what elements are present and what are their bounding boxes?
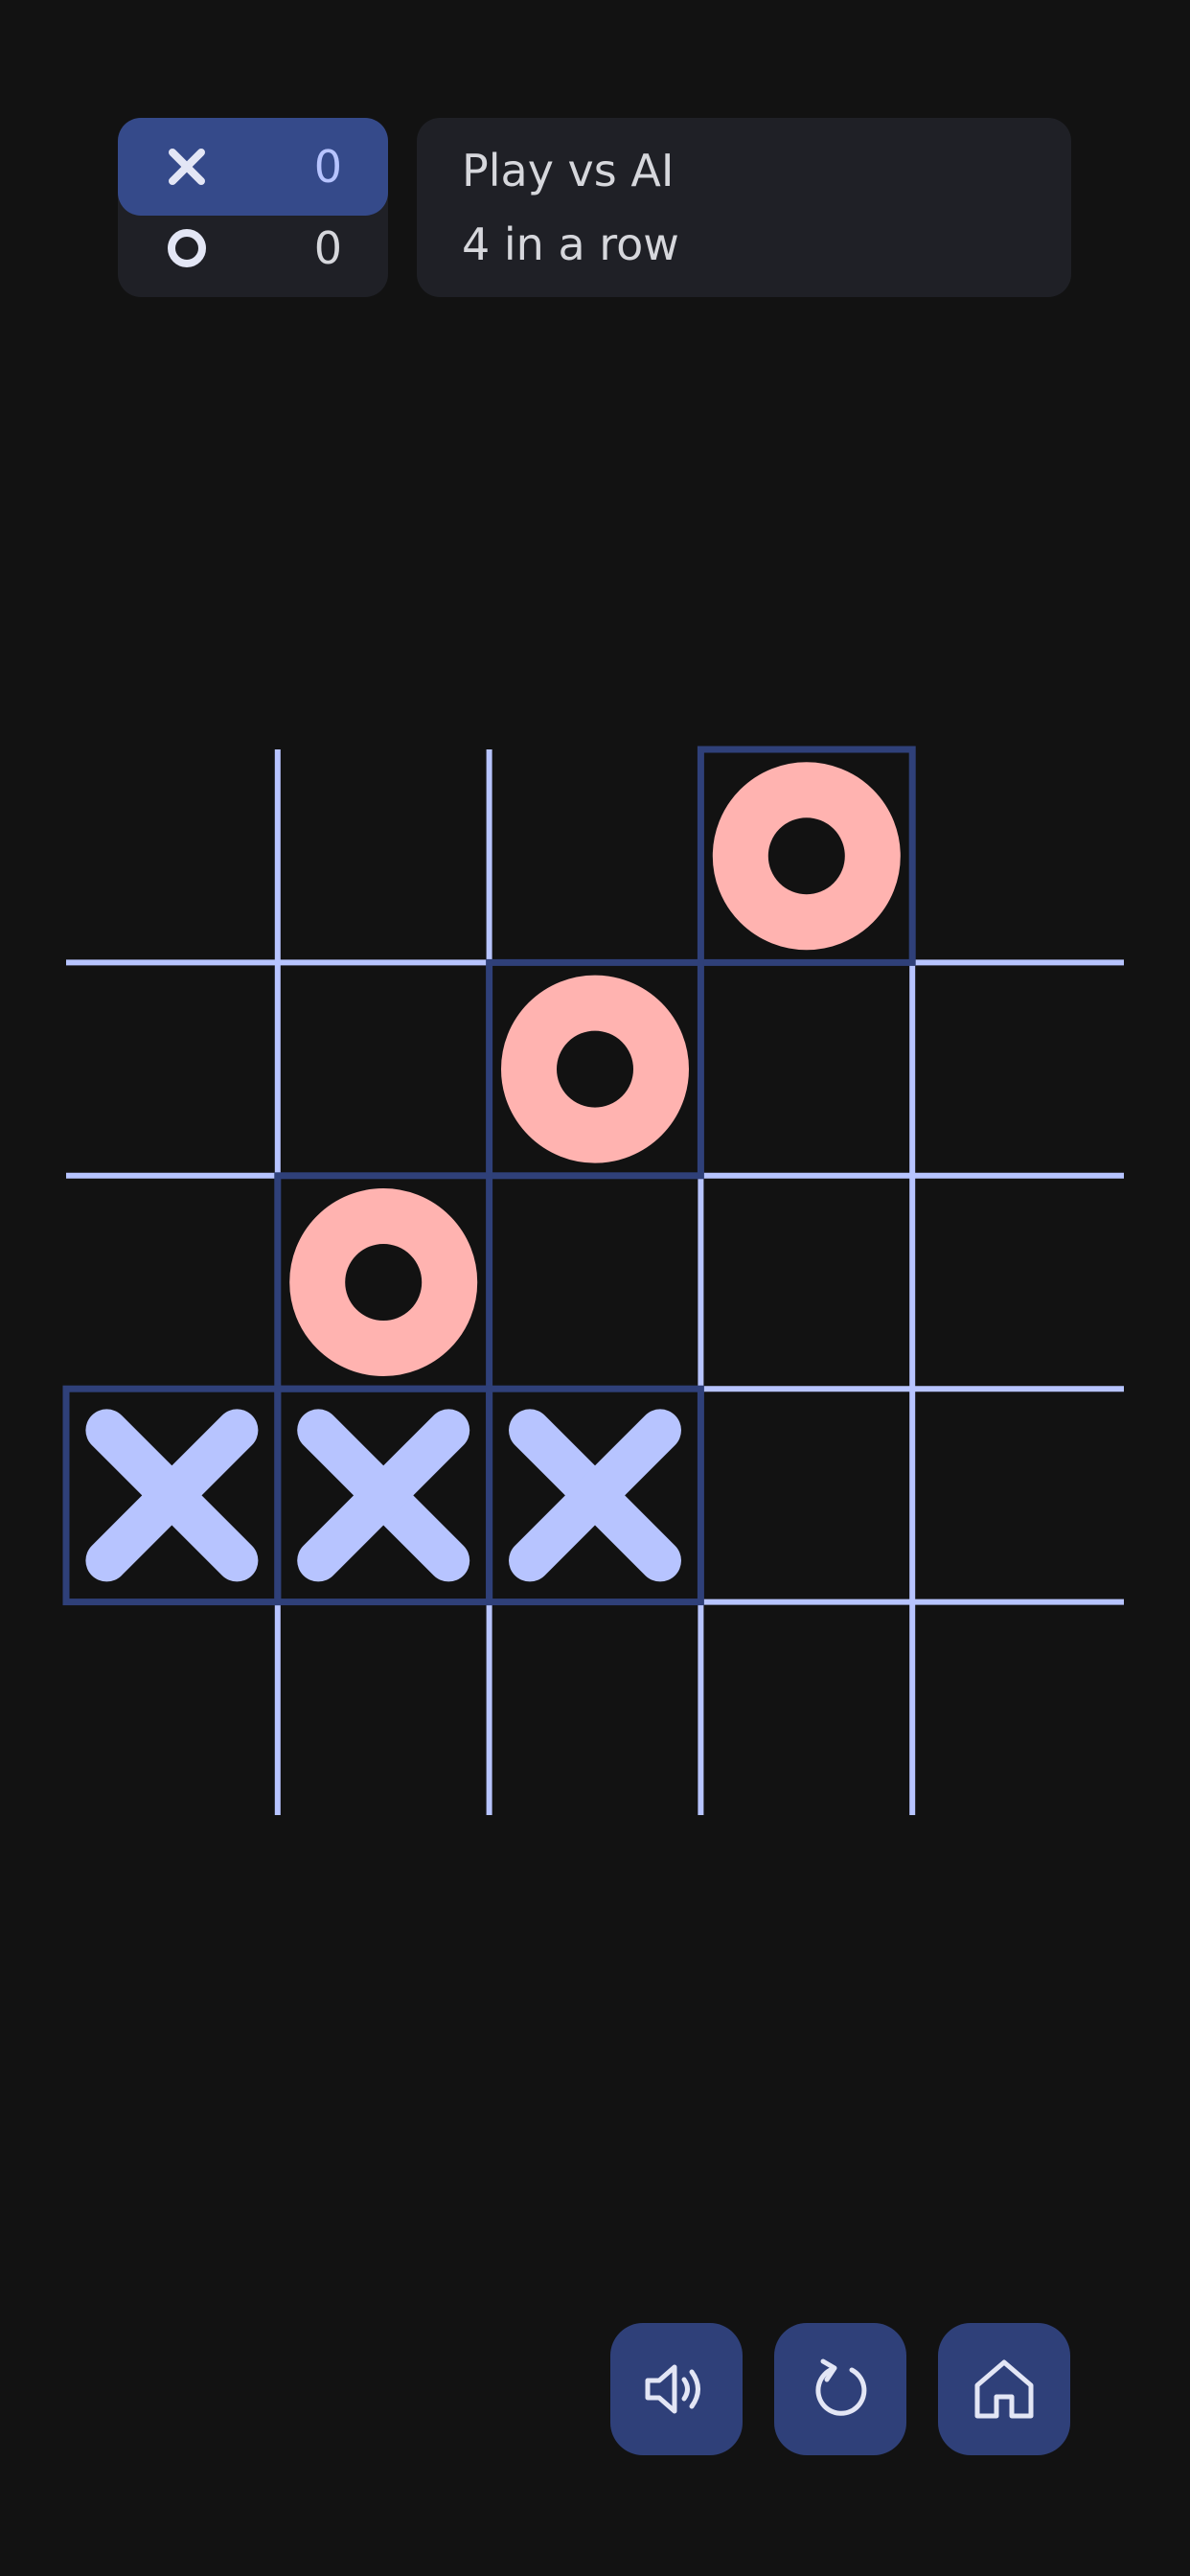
- board-cell-3-1[interactable]: [278, 1389, 490, 1601]
- board-cell-1-3[interactable]: [700, 962, 912, 1175]
- board-cell-2-3[interactable]: [700, 1176, 912, 1389]
- game-mode-label: Play vs AI: [462, 145, 675, 196]
- board-cell-1-1[interactable]: [278, 962, 490, 1175]
- score-row-o: 0: [118, 199, 388, 297]
- board-cell-1-4[interactable]: [912, 962, 1124, 1175]
- board-cell-3-3[interactable]: [700, 1389, 912, 1601]
- board-cell-0-1[interactable]: [278, 749, 490, 962]
- home-button[interactable]: [938, 2323, 1070, 2455]
- score-o: 0: [313, 222, 342, 274]
- board-cell-0-3[interactable]: [700, 749, 912, 962]
- ring-icon: [168, 229, 206, 267]
- board-cell-3-2[interactable]: [490, 1389, 701, 1601]
- restart-button[interactable]: [774, 2323, 906, 2455]
- board-cell-4-1[interactable]: [278, 1602, 490, 1815]
- board-cell-1-2[interactable]: [490, 962, 701, 1175]
- board-cell-0-0[interactable]: [66, 749, 278, 962]
- cross-icon: [169, 149, 205, 185]
- board-cell-4-4[interactable]: [912, 1602, 1124, 1815]
- board-cell-3-4[interactable]: [912, 1389, 1124, 1601]
- board-cell-0-4[interactable]: [912, 749, 1124, 962]
- board-cell-4-2[interactable]: [490, 1602, 701, 1815]
- scoreboard: 0 0: [118, 118, 388, 297]
- score-x: 0: [313, 141, 342, 193]
- board-cell-3-0[interactable]: [66, 1389, 278, 1601]
- win-rule-label: 4 in a row: [462, 218, 679, 270]
- home-icon: [974, 2359, 1034, 2419]
- board-cell-2-1[interactable]: [278, 1176, 490, 1389]
- game-screen: 0 0 Play vs AI 4 in a row: [0, 0, 1190, 2576]
- sound-button[interactable]: [610, 2323, 743, 2455]
- board-cell-4-0[interactable]: [66, 1602, 278, 1815]
- board-cell-4-3[interactable]: [700, 1602, 912, 1815]
- speaker-icon: [645, 2364, 700, 2414]
- board-cell-2-0[interactable]: [66, 1176, 278, 1389]
- game-info-panel: Play vs AI 4 in a row: [417, 118, 1071, 297]
- board-cell-2-2[interactable]: [490, 1176, 701, 1389]
- game-board: [62, 746, 1124, 1815]
- board-cell-1-0[interactable]: [66, 962, 278, 1175]
- restart-icon: [815, 2358, 867, 2416]
- board-cell-0-2[interactable]: [490, 749, 701, 962]
- board-cell-2-4[interactable]: [912, 1176, 1124, 1389]
